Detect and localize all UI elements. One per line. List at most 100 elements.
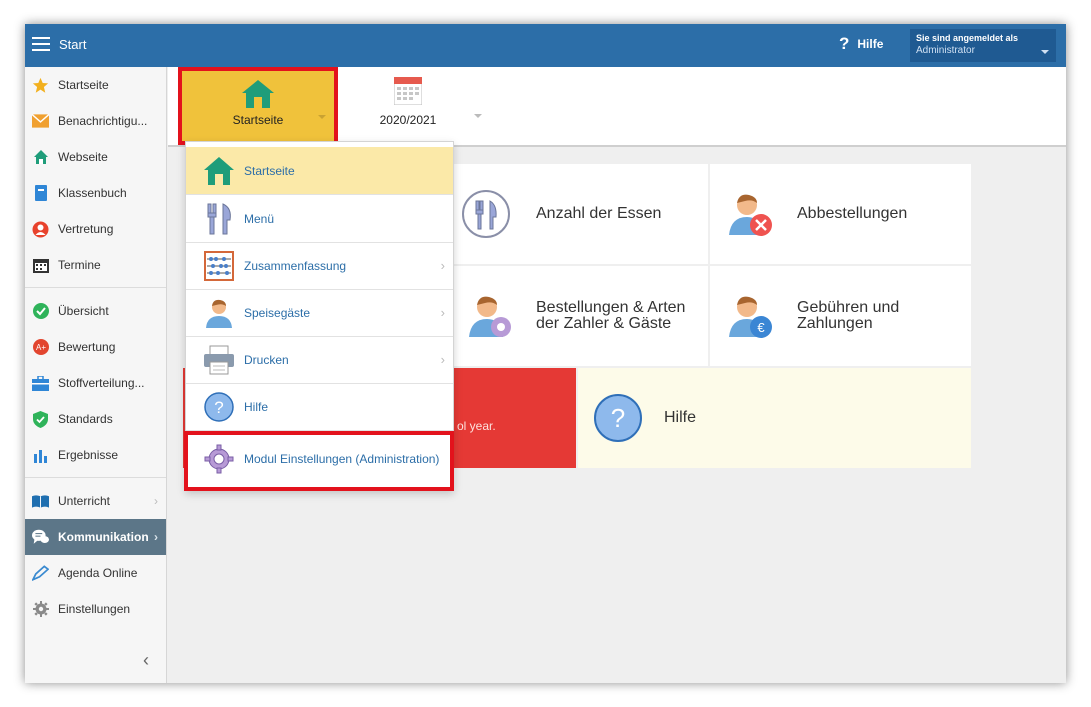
calendar-icon: [393, 76, 423, 106]
menu-item-menue[interactable]: Menü: [186, 195, 453, 242]
user-menu[interactable]: Sie sind angemeldet als Administrator: [910, 29, 1056, 62]
sidebar-item-termine[interactable]: Termine: [25, 247, 166, 283]
sidebar-item-benachrichtigungen[interactable]: Benachrichtigu...: [25, 103, 166, 139]
menu-item-label: Speisegäste: [244, 305, 311, 320]
startseite-toolbar-button[interactable]: Startseite: [178, 67, 338, 145]
sidebar-divider: [25, 287, 166, 288]
chevron-right-icon: ›: [440, 258, 445, 273]
tile-school-year-text: ol year.: [457, 419, 496, 433]
open-book-icon: [32, 493, 49, 510]
tile-abbestellungen[interactable]: Abbestellungen: [710, 164, 971, 264]
sidebar-item-unterricht[interactable]: Unterricht ›: [25, 483, 166, 519]
sidebar-item-label: Vertretung: [58, 222, 114, 236]
menu-item-speisegaeste[interactable]: Speisegäste ›: [186, 289, 453, 336]
chevron-down-icon: [1041, 50, 1049, 54]
sidebar-item-kommunikation[interactable]: Kommunikation ›: [25, 519, 166, 555]
cutlery-icon: [203, 202, 235, 235]
startseite-dropdown-menu: Startseite Menü Zusammenfassung › Speise…: [184, 141, 454, 491]
cutlery-icon: [460, 188, 512, 240]
menu-item-label: Menü: [244, 211, 275, 226]
sidebar-item-label: Klassenbuch: [58, 186, 127, 200]
person-swap-icon: [32, 221, 49, 238]
sidebar-item-label: Benachrichtigu...: [58, 114, 148, 128]
tile-anzahl-essen[interactable]: Anzahl der Essen: [444, 164, 708, 264]
sidebar-item-label: Agenda Online: [58, 566, 138, 580]
tile-hilfe-label: Hilfe: [664, 409, 697, 426]
chat-icon: [32, 529, 49, 546]
sidebar-item-agenda-online[interactable]: Agenda Online: [25, 555, 166, 591]
school-year-selector[interactable]: 2020/2021: [368, 76, 448, 127]
chevron-down-icon[interactable]: [474, 114, 482, 118]
tile-bestellungen-label: Bestellungen & Arten der Zahler & Gäste: [536, 299, 686, 332]
svg-text:€: €: [757, 320, 765, 335]
tile-gebuehren-label: Gebühren und Zahlungen: [797, 299, 900, 332]
menu-item-label: Drucken: [244, 352, 289, 367]
help-link-label: Hilfe: [857, 37, 884, 51]
home-icon: [32, 149, 49, 166]
menu-item-drucken[interactable]: Drucken ›: [186, 336, 453, 383]
svg-text:?: ?: [611, 403, 625, 433]
sidebar-item-einstellungen[interactable]: Einstellungen: [25, 591, 166, 627]
sidebar-item-vertretung[interactable]: Vertretung: [25, 211, 166, 247]
svg-text:?: ?: [214, 398, 223, 417]
sidebar-item-startseite[interactable]: Startseite: [25, 67, 166, 103]
tile-hilfe[interactable]: ? Hilfe: [578, 368, 971, 468]
rating-icon: A+: [32, 339, 49, 356]
sidebar-item-label: Termine: [58, 258, 101, 272]
sidebar-item-uebersicht[interactable]: Übersicht: [25, 293, 166, 329]
person-euro-icon: €: [724, 290, 776, 342]
app-title: Start: [59, 37, 87, 52]
menu-item-zusammenfassung[interactable]: Zusammenfassung ›: [186, 242, 453, 289]
gear-icon: [32, 601, 49, 618]
sidebar-item-label: Bewertung: [58, 340, 116, 354]
help-icon: ?: [592, 392, 644, 444]
home-icon: [242, 80, 274, 108]
menu-item-hilfe[interactable]: ? Hilfe: [186, 383, 453, 430]
collapse-sidebar-icon[interactable]: ‹: [143, 650, 149, 671]
chevron-right-icon: ›: [154, 530, 158, 544]
admin-highlight-callout: [184, 431, 454, 491]
svg-text:A+: A+: [35, 343, 45, 352]
sidebar-item-label: Unterricht: [58, 494, 111, 508]
person-icon: [203, 297, 235, 329]
briefcase-icon: [32, 375, 49, 392]
sidebar-item-label: Einstellungen: [58, 602, 131, 616]
login-caption: Sie sind angemeldet als: [916, 33, 1019, 43]
sidebar-item-standards[interactable]: Standards: [25, 401, 166, 437]
menu-item-label: Startseite: [244, 163, 295, 178]
sidebar-item-webseite[interactable]: Webseite: [25, 139, 166, 175]
person-settings-icon: [464, 290, 516, 342]
help-icon: ?: [203, 391, 235, 423]
sidebar-item-bewertung[interactable]: A+ Bewertung: [25, 329, 166, 365]
startseite-toolbar-label: Startseite: [232, 113, 284, 127]
chevron-right-icon: ›: [440, 352, 445, 367]
printer-icon: [203, 344, 235, 376]
menu-item-label: Hilfe: [244, 399, 269, 414]
tile-bestellungen[interactable]: Bestellungen & Arten der Zahler & Gäste: [444, 266, 708, 366]
home-icon: [203, 155, 235, 187]
sidebar-divider: [25, 477, 166, 478]
question-mark-icon: ?: [839, 34, 850, 53]
sidebar-item-label: Stoffverteilung...: [58, 376, 145, 390]
sidebar-item-stoffverteilung[interactable]: Stoffverteilung...: [25, 365, 166, 401]
tile-anzahl-essen-label: Anzahl der Essen: [536, 205, 662, 222]
hamburger-menu-icon[interactable]: [32, 37, 50, 51]
chevron-down-icon: [318, 115, 326, 119]
person-cancel-icon: [724, 188, 776, 240]
menu-item-startseite[interactable]: Startseite: [186, 147, 453, 194]
sidebar: Startseite Benachrichtigu... Webseite Kl…: [25, 67, 167, 683]
sidebar-item-klassenbuch[interactable]: Klassenbuch: [25, 175, 166, 211]
help-link[interactable]: ? Hilfe: [839, 34, 883, 54]
abacus-icon: [203, 250, 235, 282]
chevron-right-icon: ›: [154, 494, 158, 508]
book-icon: [32, 185, 49, 202]
pen-icon: [32, 565, 49, 582]
module-toolbar: Startseite 2020/2021: [168, 67, 1066, 147]
chevron-right-icon: ›: [440, 305, 445, 320]
menu-item-label: Zusammenfassung: [244, 258, 347, 273]
sidebar-item-label: Ergebnisse: [58, 448, 119, 462]
tile-gebuehren[interactable]: € Gebühren und Zahlungen: [710, 266, 971, 366]
sidebar-item-ergebnisse[interactable]: Ergebnisse: [25, 437, 166, 473]
sidebar-item-label: Standards: [58, 412, 113, 426]
sidebar-item-label: Übersicht: [58, 304, 109, 318]
